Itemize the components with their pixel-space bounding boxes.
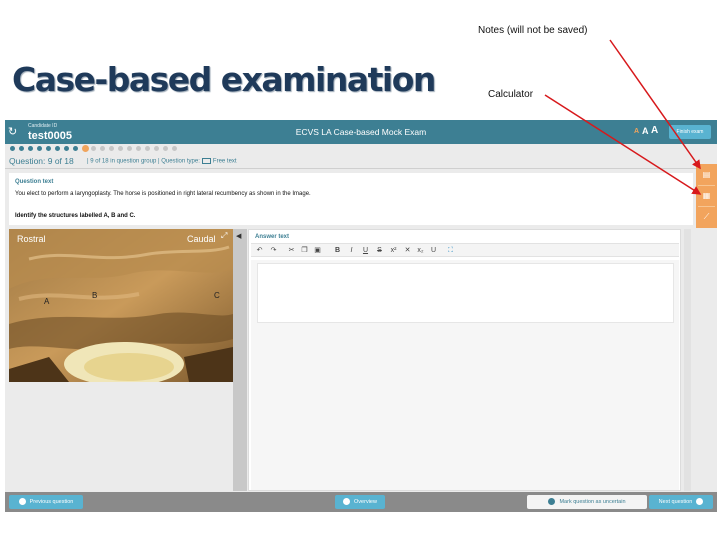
redo-icon[interactable]: ↷ [267, 244, 280, 258]
collapse-left-icon[interactable]: ◀ [236, 232, 241, 240]
progress-dot[interactable] [127, 146, 132, 151]
question-progress [5, 144, 717, 154]
question-text: You elect to perform a laryngoplasty. Th… [15, 191, 311, 197]
previous-question-button[interactable]: Previous question [9, 495, 83, 509]
free-text-icon [201, 158, 211, 164]
home-icon [343, 498, 351, 506]
expand-icon[interactable]: ⤢ [221, 231, 227, 241]
question-group: 9 of 18 in question group [90, 158, 157, 165]
question-mark-icon [548, 498, 556, 506]
superscript-icon[interactable]: x² [387, 244, 400, 258]
pen-icon[interactable]: ⟋ [696, 207, 717, 227]
progress-end-dot [172, 146, 177, 151]
question-panel: Question text You elect to perform a lar… [9, 173, 693, 225]
font-size-large-button[interactable]: A [651, 125, 658, 136]
underline-icon[interactable]: U [359, 244, 372, 258]
question-type-label: Question type: [161, 158, 200, 165]
question-image: Rostral Caudal A B C ⤢ [9, 229, 233, 382]
answer-text-label: Answer text [255, 234, 290, 240]
overview-label: Overview [354, 499, 377, 505]
font-size-small-button[interactable]: A [634, 128, 639, 135]
image-letter-b: B [92, 291, 98, 300]
subscript-icon[interactable]: x₂ [414, 244, 427, 258]
font-size-medium-button[interactable]: A [642, 126, 649, 136]
surgical-photo [9, 229, 233, 382]
remove-format-icon[interactable]: ✕ [401, 244, 414, 258]
slide: Case-based examination Notes (will not b… [0, 0, 720, 540]
image-letter-c: C [214, 291, 220, 300]
progress-dot[interactable] [109, 146, 114, 151]
question-meta: | 9 of 18 in question group | Question t… [87, 158, 237, 165]
arrow-right-icon [696, 498, 704, 506]
answer-panel: Answer text ↶ ↷ ✂ ❐ ▣ B I U S x² ✕ x₂ U … [248, 229, 681, 491]
paste-icon[interactable]: ▣ [311, 244, 324, 258]
progress-dot[interactable] [118, 146, 123, 151]
notes-annotation: Notes (will not be saved) [478, 25, 588, 36]
question-text-label: Question text [15, 179, 54, 185]
undo-icon[interactable]: ↶ [253, 244, 266, 258]
progress-dot[interactable] [154, 146, 159, 151]
image-label-caudal: Caudal [187, 234, 216, 244]
progress-dot[interactable] [10, 146, 15, 151]
question-instruction: Identify the structures labelled A, B an… [15, 213, 136, 219]
progress-dot[interactable] [37, 146, 42, 151]
previous-question-label: Previous question [29, 499, 74, 505]
tool-sidebar: ▤ ▦ ⟋ [696, 164, 717, 228]
strikethrough-icon[interactable]: S [373, 244, 386, 258]
finish-exam-button[interactable]: Finish exam [669, 125, 711, 139]
italic-icon[interactable]: I [345, 244, 358, 258]
notes-icon[interactable]: ▤ [696, 165, 717, 185]
spellcheck-icon[interactable]: U [427, 244, 440, 258]
progress-dot[interactable] [100, 146, 105, 151]
exam-window: ↻ Candidate ID test0005 ECVS LA Case-bas… [5, 120, 717, 512]
copy-icon[interactable]: ❐ [298, 244, 311, 258]
bold-icon[interactable]: B [331, 244, 344, 258]
progress-dot[interactable] [55, 146, 60, 151]
progress-dot[interactable] [91, 146, 96, 151]
mark-uncertain-button[interactable]: Mark question as uncertain [527, 495, 647, 509]
overview-button[interactable]: Overview [335, 495, 385, 509]
exam-header: ↻ Candidate ID test0005 ECVS LA Case-bas… [5, 120, 717, 144]
slide-title: Case-based examination [12, 60, 436, 99]
fullscreen-icon[interactable]: ⛶ [444, 244, 457, 258]
answer-editor[interactable] [257, 263, 674, 323]
exam-title: ECVS LA Case-based Mock Exam [295, 127, 427, 137]
panel-splitter[interactable] [233, 229, 247, 491]
progress-dot[interactable] [145, 146, 150, 151]
arrow-left-icon [18, 498, 26, 506]
image-label-rostral: Rostral [17, 234, 46, 244]
mark-uncertain-label: Mark question as uncertain [559, 499, 626, 505]
progress-dot[interactable] [64, 146, 69, 151]
vertical-scrollbar[interactable] [684, 229, 691, 491]
cut-icon[interactable]: ✂ [285, 244, 298, 258]
progress-dot[interactable] [82, 145, 89, 152]
question-info: Question: 9 of 18 | 9 of 18 in question … [5, 155, 717, 169]
question-counter: Question: 9 of 18 [9, 156, 74, 166]
progress-dot[interactable] [28, 146, 33, 151]
calculator-icon[interactable]: ▦ [696, 186, 717, 206]
progress-dot[interactable] [46, 146, 51, 151]
progress-dot[interactable] [136, 146, 141, 151]
exam-footer: Previous question Overview Mark question… [5, 492, 717, 512]
next-question-button[interactable]: Next question [649, 495, 713, 509]
next-question-label: Next question [658, 499, 693, 505]
progress-dot[interactable] [163, 146, 168, 151]
image-letter-a: A [44, 297, 50, 306]
editor-toolbar: ↶ ↷ ✂ ❐ ▣ B I U S x² ✕ x₂ U ⛶ [251, 243, 679, 257]
progress-dot[interactable] [73, 146, 78, 151]
progress-dot[interactable] [19, 146, 24, 151]
question-type-value: Free text [212, 158, 237, 165]
calculator-annotation: Calculator [488, 89, 534, 100]
